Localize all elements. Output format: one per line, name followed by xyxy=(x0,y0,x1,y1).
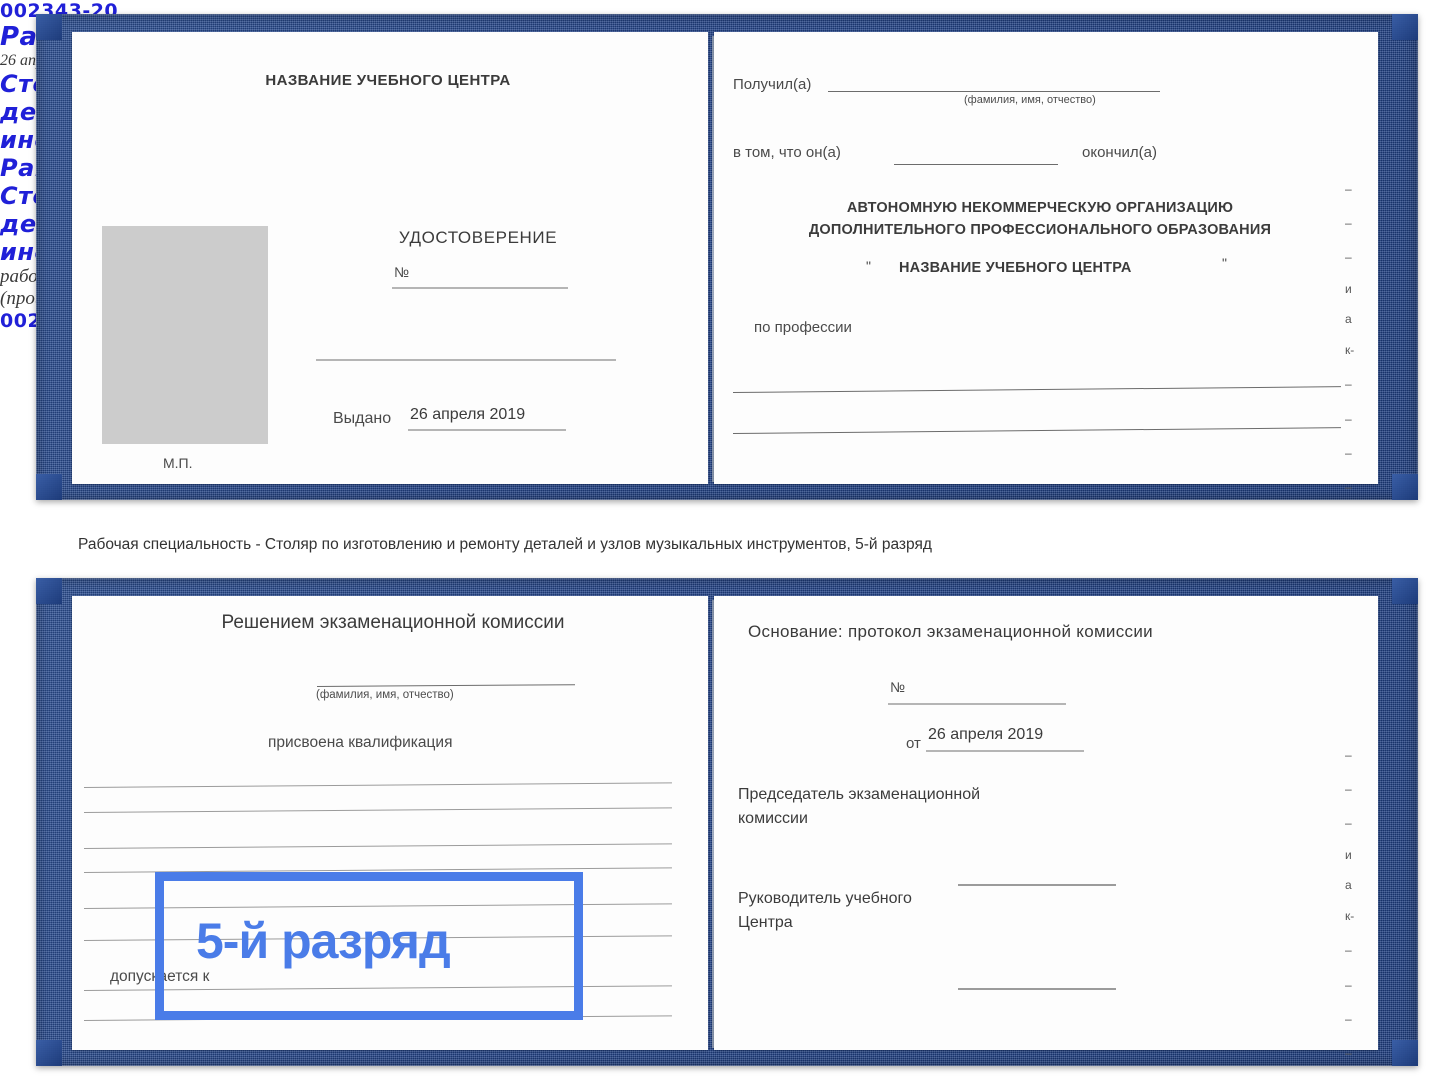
front-org-quote-open: " xyxy=(866,258,871,274)
back-cover-fold-corner-top-left xyxy=(36,578,62,604)
back-chairman-signature-rule xyxy=(958,884,1116,886)
front-name-hint: (фамилия, имя, отчество) xyxy=(964,94,1096,106)
back-spine-gutter xyxy=(712,600,714,1048)
edge-fragment: – xyxy=(1345,216,1352,230)
front-doc-type: УДОСТОВЕРЕНИЕ xyxy=(398,228,558,247)
edge-fragment: – xyxy=(1345,1012,1352,1026)
edge-fragment: – xyxy=(1345,377,1352,391)
rank-watermark-label: 5-й разряд xyxy=(196,913,451,969)
front-number-symbol: № xyxy=(394,264,410,280)
back-chairman-line1: Председатель экзаменационной xyxy=(738,786,981,803)
edge-fragment: – xyxy=(1345,816,1352,830)
front-org-quote-close: " xyxy=(1222,255,1227,271)
edge-fragment: а xyxy=(1345,878,1352,892)
front-issued-value: 26 апреля 2019 xyxy=(410,406,526,423)
back-director-line1: Руководитель учебного xyxy=(738,890,912,907)
front-edge-fragments: – – – и а к- – – – – xyxy=(1345,172,1385,504)
edge-fragment: – xyxy=(1345,250,1352,264)
front-received-rule xyxy=(828,91,1160,92)
back-cover-fold-corner-top-right xyxy=(1392,578,1418,604)
back-number-rule xyxy=(888,703,1066,705)
front-blank-rule xyxy=(316,359,616,361)
front-issued-rule xyxy=(408,429,566,431)
front-spine-gutter xyxy=(712,36,714,482)
cover-fold-corner-bottom-left xyxy=(36,474,62,500)
edge-fragment: и xyxy=(1345,848,1352,862)
front-received-label: Получил(а) xyxy=(733,76,812,93)
back-commission-title: Решением экзаменационной комиссии xyxy=(221,612,565,633)
edge-fragment: к- xyxy=(1345,343,1355,357)
front-in-that-rule xyxy=(894,164,1058,165)
back-cover-fold-corner-bottom-left xyxy=(36,1040,62,1066)
cover-fold-corner-top-right xyxy=(1392,14,1418,40)
front-seal-label: М.П. xyxy=(163,455,193,471)
front-in-that-label: в том, что он(а) xyxy=(733,144,841,161)
back-name-hint: (фамилия, имя, отчество) xyxy=(316,689,454,701)
cover-fold-corner-bottom-right xyxy=(1392,474,1418,500)
front-org-line2: ДОПОЛНИТЕЛЬНОГО ПРОФЕССИОНАЛЬНОГО ОБРАЗО… xyxy=(808,222,1272,238)
front-finished-label: окончил(а) xyxy=(1082,144,1157,161)
front-profession-label: по профессии xyxy=(754,319,852,336)
back-date-label: от xyxy=(906,735,921,752)
edge-fragment: – xyxy=(1345,1046,1352,1060)
edge-fragment: к- xyxy=(1345,909,1355,923)
edge-fragment: – xyxy=(1345,480,1352,494)
front-org-line3: НАЗВАНИЕ УЧЕБНОГО ЦЕНТРА xyxy=(899,260,1132,276)
edge-fragment: а xyxy=(1345,312,1352,326)
back-number-symbol: № xyxy=(890,679,906,695)
back-director-signature-rule xyxy=(958,988,1116,990)
back-qualification-label: присвоена квалификация xyxy=(268,734,453,751)
front-org-line1: АВТОНОМНУЮ НЕКОММЕРЧЕСКУЮ ОРГАНИЗАЦИЮ xyxy=(846,200,1234,216)
edge-fragment: и xyxy=(1345,282,1352,296)
photo-placeholder xyxy=(102,226,268,444)
edge-fragment: – xyxy=(1345,748,1352,762)
edge-fragment: – xyxy=(1345,446,1352,460)
back-cover-fold-corner-bottom-right xyxy=(1392,1040,1418,1066)
back-basis-label: Основание: протокол экзаменационной коми… xyxy=(748,622,1153,641)
back-date-rule xyxy=(926,750,1084,752)
cover-fold-corner-top-left xyxy=(36,14,62,40)
back-director-line2: Центра xyxy=(738,914,793,931)
image-caption: Рабочая специальность - Столяр по изгото… xyxy=(78,536,932,553)
edge-fragment: – xyxy=(1345,782,1352,796)
front-issued-label: Выдано xyxy=(333,410,392,427)
edge-fragment: – xyxy=(1345,182,1352,196)
back-chairman-line2: комиссии xyxy=(738,810,808,827)
back-right-page xyxy=(714,596,1378,1050)
edge-fragment: – xyxy=(1345,412,1352,426)
front-number-rule xyxy=(392,287,568,289)
edge-fragment: – xyxy=(1345,943,1352,957)
back-edge-fragments: – – – и а к- – – – – xyxy=(1345,738,1385,1070)
front-org-title: НАЗВАНИЕ УЧЕБНОГО ЦЕНТРА xyxy=(265,72,511,89)
edge-fragment: – xyxy=(1345,978,1352,992)
back-date-value: 26 апреля 2019 xyxy=(928,726,1044,743)
